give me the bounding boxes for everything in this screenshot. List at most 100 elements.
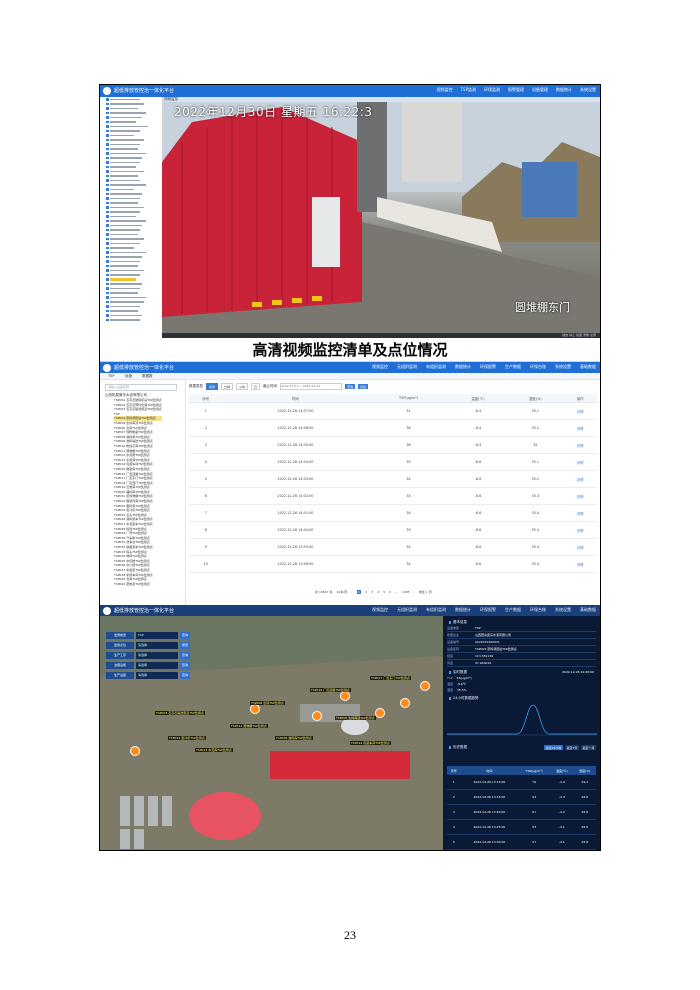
map-pin-icon[interactable] <box>375 708 385 718</box>
camera-tree-item[interactable] <box>106 260 162 264</box>
plant-map[interactable]: 监测类型 TSP 查询 监测点位 请选择 重置 生产工序 请选择 查询 治理设施 请选择 查询 生产设施… <box>100 616 443 850</box>
data-type-option[interactable]: 小时 <box>236 383 249 390</box>
camera-tree-item[interactable] <box>106 102 162 106</box>
history-tab[interactable]: 最近7天 <box>565 745 579 750</box>
camera-tree-item[interactable] <box>106 269 162 273</box>
nav-item[interactable]: TSP监测 <box>461 87 476 93</box>
tab-0[interactable]: TSP <box>108 374 114 378</box>
map-pin-icon[interactable] <box>130 746 140 756</box>
map-pin-icon[interactable] <box>340 691 350 701</box>
camera-tree-item[interactable] <box>106 147 162 151</box>
nav-item[interactable]: 数据统计 <box>556 87 572 93</box>
camera-tree-item[interactable] <box>106 111 162 115</box>
camera-tree-item[interactable] <box>106 107 162 111</box>
page-button[interactable]: 3 <box>371 590 373 594</box>
nav-item[interactable]: 视频监控 <box>372 607 388 613</box>
detail-link[interactable]: 详情 <box>563 453 597 471</box>
camera-tree-item[interactable] <box>106 120 162 124</box>
data-type-option[interactable]: 日 <box>251 383 261 390</box>
nav-item[interactable]: 生产数据 <box>505 364 521 370</box>
camera-tree-item[interactable] <box>106 246 162 250</box>
camera-tree-item[interactable] <box>106 314 162 318</box>
nav-item[interactable]: 无组织监测 <box>397 364 417 370</box>
detail-link[interactable]: 详情 <box>563 487 597 505</box>
camera-tree-item[interactable] <box>106 138 162 142</box>
camera-tree-item[interactable] <box>106 300 162 304</box>
map-pin-icon[interactable] <box>400 698 410 708</box>
camera-tree[interactable] <box>100 97 163 338</box>
camera-tree-item[interactable] <box>106 125 162 129</box>
map-marker-label[interactable]: TSP011 圆堆棚TSP监测点 <box>230 724 268 728</box>
camera-tree-item[interactable] <box>106 152 162 156</box>
data-type-option[interactable]: 分钟 <box>221 383 234 390</box>
detail-link[interactable]: 详情 <box>563 436 597 454</box>
camera-tree-item[interactable] <box>106 309 162 313</box>
map-marker-label[interactable]: TSP013 水泥库TSP监测点 <box>195 748 233 752</box>
camera-tree-item[interactable] <box>106 183 162 187</box>
camera-tree-item[interactable] <box>106 192 162 196</box>
query-button[interactable]: 查询 <box>345 384 356 389</box>
nav-item[interactable]: 数据统计 <box>455 607 471 613</box>
camera-tree-item[interactable] <box>106 219 162 223</box>
nav-item[interactable]: 环境监测 <box>484 87 500 93</box>
page-button[interactable]: 1 <box>356 590 362 594</box>
nav-item[interactable]: 视频监控 <box>372 364 388 370</box>
nav-item[interactable]: 环保报警 <box>480 364 496 370</box>
tree-search-input[interactable]: 请输入设备名称 <box>105 384 177 391</box>
nav-item[interactable]: 视频监控 <box>437 87 453 93</box>
nav-item[interactable]: 系统设置 <box>580 87 596 93</box>
camera-tree-item[interactable] <box>106 170 162 174</box>
nav-item[interactable]: 基础数据 <box>580 607 596 613</box>
map-pin-icon[interactable] <box>250 704 260 714</box>
camera-tree-item[interactable] <box>106 210 162 214</box>
camera-tree-item[interactable] <box>106 296 162 300</box>
tab-1[interactable]: 设施 <box>125 374 132 379</box>
detail-link[interactable]: 详情 <box>563 538 597 556</box>
page-button[interactable]: 6 <box>389 590 391 594</box>
form-button[interactable]: 重置 <box>180 642 190 649</box>
page-button[interactable]: 2 <box>365 590 367 594</box>
camera-tree-item[interactable] <box>106 116 162 120</box>
form-select[interactable]: 请选择 <box>136 652 178 659</box>
form-select[interactable]: TSP <box>136 632 178 639</box>
map-marker-label[interactable]: TSP017 厂区东门TSP监测点 <box>370 676 411 680</box>
form-select[interactable]: 请选择 <box>136 642 178 649</box>
camera-tree-item[interactable] <box>106 134 162 138</box>
detail-link[interactable]: 详情 <box>563 419 597 437</box>
nav-item[interactable]: 设备管理 <box>532 87 548 93</box>
page-button[interactable]: 5 <box>383 590 385 594</box>
map-marker-label[interactable]: TSP014 包装车间TSP监测点 <box>350 741 391 745</box>
nav-item[interactable]: 环保报警 <box>480 607 496 613</box>
camera-tree-item[interactable] <box>106 165 162 169</box>
camera-tree-item[interactable] <box>106 233 162 237</box>
player-controls[interactable]: 播放 停止 截图 录像 全屏 <box>162 333 600 338</box>
camera-tree-item[interactable] <box>106 255 162 259</box>
nav-item[interactable]: 数据统计 <box>455 364 471 370</box>
detail-link[interactable]: 详情 <box>563 504 597 522</box>
camera-tree-item[interactable] <box>106 273 162 277</box>
goto-page-input[interactable]: 前往 1 页 <box>419 590 432 594</box>
page-button[interactable]: 1085 <box>402 590 410 594</box>
nav-item[interactable]: 无组织监测 <box>397 607 417 613</box>
camera-tree-item[interactable] <box>106 143 162 147</box>
camera-tree-item[interactable] <box>106 242 162 246</box>
device-tree-item[interactable]: TSP001 石灰石破碎机房TSP监测点 <box>114 398 162 403</box>
detail-link[interactable]: 详情 <box>563 521 597 539</box>
nav-item[interactable]: 系统设置 <box>555 364 571 370</box>
camera-tree-item[interactable] <box>106 228 162 232</box>
camera-tree-item[interactable] <box>106 224 162 228</box>
camera-tree-item[interactable] <box>106 291 162 295</box>
nav-item[interactable]: 生产数据 <box>505 607 521 613</box>
device-tree-item[interactable]: TSP040 配电室TSP监测点 <box>114 582 162 587</box>
nav-item[interactable]: 有组织监测 <box>426 364 446 370</box>
camera-tree-item[interactable] <box>106 287 162 291</box>
camera-tree-item[interactable] <box>106 201 162 205</box>
camera-tree-item[interactable] <box>106 278 162 282</box>
camera-tree-item[interactable] <box>106 251 162 255</box>
camera-tree-item[interactable] <box>106 237 162 241</box>
nav-item[interactable]: 报警管理 <box>508 87 524 93</box>
device-tree-item[interactable]: TSP003 石灰石输送廊道TSP监测点 <box>114 407 162 412</box>
camera-tree-item[interactable] <box>106 206 162 210</box>
camera-tree-item[interactable] <box>106 174 162 178</box>
map-marker-label[interactable]: TSP016 厂区道路TSP监测点 <box>310 688 351 692</box>
